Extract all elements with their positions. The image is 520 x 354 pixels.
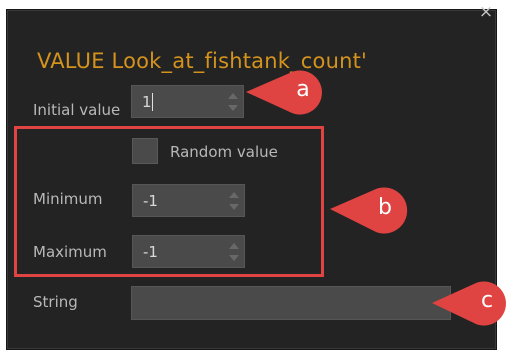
callout-b: b: [330, 185, 422, 237]
initial-value-text: 1: [142, 93, 152, 111]
string-input[interactable]: [131, 286, 451, 320]
initial-value-input[interactable]: 1: [131, 85, 244, 118]
initial-value-label: Initial value: [33, 101, 121, 119]
callout-c-letter: c: [480, 288, 494, 313]
close-icon[interactable]: ×: [476, 2, 496, 22]
stepper-up-icon[interactable]: [228, 93, 238, 99]
text-caret: [152, 93, 153, 111]
callout-a-letter: a: [296, 77, 310, 102]
initial-value-stepper[interactable]: [227, 93, 239, 111]
callout-a: a: [246, 68, 338, 118]
callout-b-letter: b: [378, 195, 392, 220]
string-label: String: [33, 293, 78, 311]
callout-c: c: [432, 279, 518, 329]
stepper-down-icon[interactable]: [228, 105, 238, 111]
annotation-box-b: [14, 126, 324, 277]
